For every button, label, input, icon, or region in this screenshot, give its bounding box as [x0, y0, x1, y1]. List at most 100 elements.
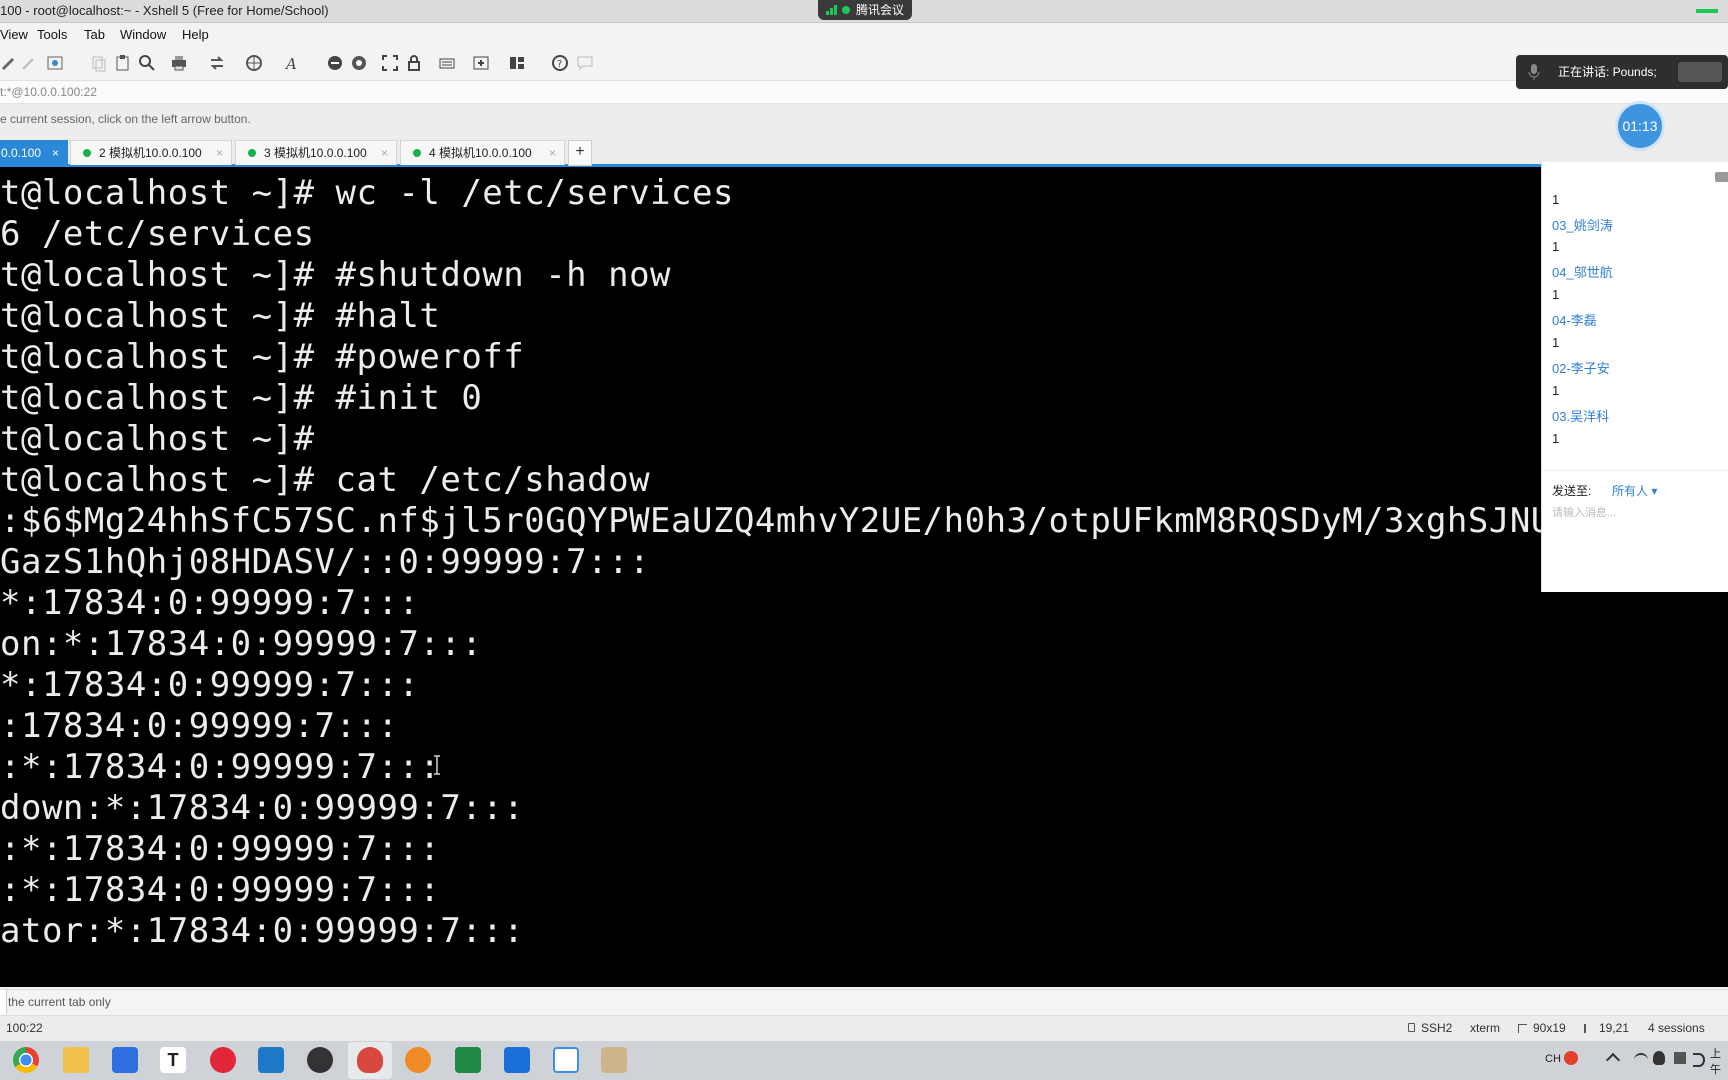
tab-session-4[interactable]: 4 模拟机10.0.0.100 ×: [400, 140, 565, 165]
more-icon[interactable]: [1715, 172, 1728, 182]
divider: [1542, 470, 1728, 471]
lock-icon: [1408, 1023, 1415, 1032]
terminal-screen[interactable]: t@localhost ~]# wc -l /etc/services 6 /e…: [0, 167, 1728, 987]
chat-sender[interactable]: 02-李子安: [1552, 358, 1610, 377]
new-tab-icon[interactable]: [472, 54, 490, 72]
text-cursor-icon: [434, 755, 440, 775]
address-text: t:*@10.0.0.100:22: [0, 85, 97, 99]
chat-message-input[interactable]: 请输入消息...: [1552, 504, 1712, 520]
terminal-line: :$6$Mg24hhSfC57SC.nf$jl5r0GQYPWEaUZQ4mhv…: [0, 501, 1552, 541]
close-icon[interactable]: ×: [381, 141, 388, 165]
terminal-line: *:17834:0:99999:7:::: [0, 583, 420, 623]
terminal-line: t@localhost ~]# #halt: [0, 296, 441, 336]
qq-icon[interactable]: [1653, 1051, 1665, 1065]
speaker-avatar: [1678, 62, 1722, 82]
chat-sender[interactable]: 04-李磊: [1552, 310, 1597, 329]
menu-tab[interactable]: Tab: [84, 27, 105, 42]
compose-toggle[interactable]: [0, 990, 7, 1014]
chat-sender[interactable]: 03.吴洋科: [1552, 406, 1609, 425]
terminal-line: ator:*:17834:0:99999:7:::: [0, 911, 525, 951]
terminal-line: t@localhost ~]# #init 0: [0, 378, 483, 418]
keyboard-icon[interactable]: [438, 54, 456, 72]
terminal-line: :17834:0:99999:7:::: [0, 706, 399, 746]
fullscreen-icon[interactable]: [381, 54, 399, 72]
status-cursor: 19,21: [1599, 1021, 1630, 1035]
resize-icon: [1518, 1024, 1527, 1033]
xmind-icon[interactable]: [307, 1047, 333, 1073]
chat-message: 1: [1552, 192, 1560, 207]
paste-icon[interactable]: [114, 54, 132, 72]
layout-icon[interactable]: [508, 54, 526, 72]
send-to-dropdown[interactable]: 所有人 ▾: [1612, 482, 1657, 499]
chat-sender[interactable]: 03_姚剑涛: [1552, 215, 1613, 234]
chevron-up-icon[interactable]: [1605, 1052, 1621, 1068]
add-tab-button[interactable]: +: [568, 140, 592, 166]
volume-icon[interactable]: [1693, 1053, 1705, 1067]
tab-session-2[interactable]: 2 模拟机10.0.0.100 ×: [70, 140, 232, 165]
send-to-label: 发送至:: [1552, 484, 1592, 498]
terminal-line: 6 /etc/services: [0, 214, 315, 254]
copy-icon[interactable]: [90, 54, 108, 72]
transfer-icon[interactable]: [208, 54, 226, 72]
chat-message: 1: [1552, 431, 1560, 446]
chat-sender[interactable]: 04_邬世航: [1552, 262, 1613, 281]
speaking-indicator: 正在讲话: Pounds;: [1516, 55, 1728, 89]
tab-session-3[interactable]: 3 模拟机10.0.0.100 ×: [235, 140, 397, 165]
properties-icon[interactable]: [46, 54, 64, 72]
excel-icon[interactable]: [455, 1047, 481, 1073]
menu-window[interactable]: Window: [120, 27, 166, 42]
meeting-timer[interactable]: 01:13: [1618, 104, 1662, 148]
address-bar[interactable]: t:*@10.0.0.100:22: [0, 81, 1728, 104]
typora-icon[interactable]: T: [160, 1047, 186, 1073]
status-bar: 100:22 SSH2 xterm 90x19 19,21 4 sessions: [0, 1015, 1728, 1041]
print-icon[interactable]: [170, 54, 188, 72]
virtualbox-icon[interactable]: [258, 1047, 284, 1073]
menu-view[interactable]: View: [0, 27, 28, 42]
connected-status-icon: [83, 149, 91, 157]
menu-tools[interactable]: Tools: [37, 27, 67, 42]
status-sessions: 4 sessions: [1648, 1021, 1705, 1035]
xshell-icon[interactable]: [357, 1047, 383, 1073]
close-icon[interactable]: ×: [52, 141, 59, 165]
compose-bar[interactable]: the current tab only: [0, 989, 1728, 1015]
cursor-position-icon: [1584, 1024, 1586, 1033]
lock-icon[interactable]: [405, 54, 423, 72]
record-icon[interactable]: [350, 54, 368, 72]
menu-help[interactable]: Help: [182, 27, 209, 42]
user-icon[interactable]: [1674, 1052, 1686, 1064]
paint-icon[interactable]: [601, 1047, 627, 1073]
font-icon[interactable]: A: [283, 54, 301, 73]
chat-panel: 1 03_姚剑涛 1 04_邬世航 1 04-李磊 1 02-李子安 1 03.…: [1541, 162, 1728, 592]
meeting-icon[interactable]: [553, 1047, 579, 1073]
script-icon[interactable]: [326, 54, 344, 72]
feishu-icon[interactable]: [112, 1047, 138, 1073]
clock[interactable]: 上午: [1710, 1045, 1728, 1077]
minimize-indicator[interactable]: [1696, 9, 1718, 13]
info-bar: e current session, click on the left arr…: [0, 104, 1728, 136]
recording-dot-icon: [842, 6, 850, 14]
tab-label: 3 模拟机10.0.0.100: [264, 146, 367, 160]
globe-icon[interactable]: [245, 54, 263, 72]
tab-session-1[interactable]: 0.0.100 ×: [0, 140, 68, 165]
netease-music-icon[interactable]: [210, 1047, 236, 1073]
input-language[interactable]: CH: [1545, 1053, 1561, 1065]
chrome-icon[interactable]: [13, 1047, 39, 1073]
wifi-icon[interactable]: [1634, 1053, 1648, 1067]
search-icon[interactable]: [138, 54, 156, 72]
terminal-line: :*:17834:0:99999:7:::: [0, 870, 441, 910]
chat-bubble-icon[interactable]: [576, 54, 594, 72]
settings-icon[interactable]: [405, 1047, 431, 1073]
meeting-indicator[interactable]: 腾讯会议: [818, 0, 912, 20]
edit-icon[interactable]: [0, 54, 18, 72]
close-icon[interactable]: ×: [549, 141, 556, 165]
mail-icon[interactable]: [504, 1047, 530, 1073]
terminal-line: t@localhost ~]# #poweroff: [0, 337, 525, 377]
file-explorer-icon[interactable]: [63, 1047, 89, 1073]
sogou-icon[interactable]: [1564, 1051, 1578, 1065]
taskbar: T CH 上午: [0, 1041, 1728, 1080]
microphone-icon[interactable]: [1528, 64, 1540, 80]
pen-icon[interactable]: [20, 54, 38, 72]
help-icon[interactable]: ?: [551, 54, 569, 72]
close-icon[interactable]: ×: [216, 141, 223, 165]
window-title: 100 - root@localhost:~ - Xshell 5 (Free …: [0, 3, 329, 18]
